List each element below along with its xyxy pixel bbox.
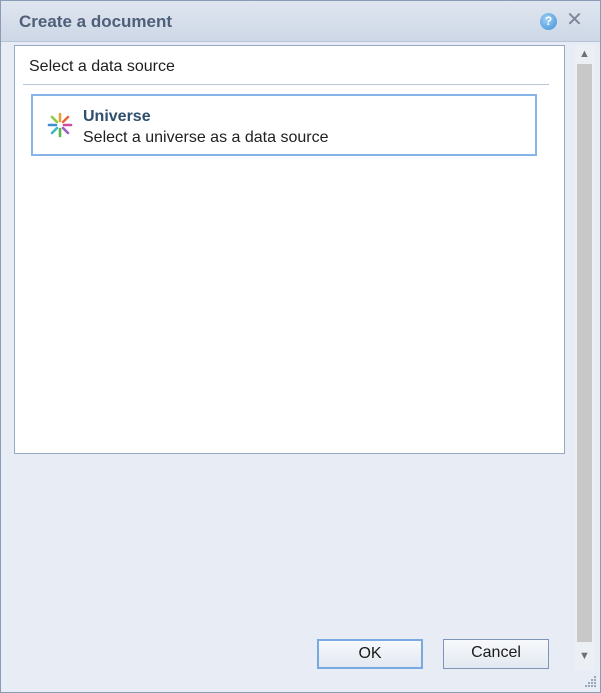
ok-button[interactable]: OK (317, 639, 423, 669)
vertical-scrollbar[interactable]: ▲ ▼ (575, 45, 594, 670)
cancel-button[interactable]: Cancel (443, 639, 549, 669)
source-description: Select a universe as a data source (83, 129, 329, 146)
universe-source-item[interactable]: Universe Select a universe as a data sou… (31, 94, 537, 156)
section-label: Select a data source (29, 58, 175, 75)
section-divider (23, 84, 549, 85)
arrow-down-icon[interactable]: ▼ (575, 647, 594, 665)
dialog-titlebar: Create a document ? ✕ (1, 1, 600, 42)
help-icon[interactable]: ? (540, 13, 557, 30)
source-title: Universe (83, 108, 151, 125)
universe-icon (47, 112, 73, 138)
data-source-panel: Select a data source Universe Select a u… (14, 45, 565, 454)
create-document-dialog: Create a document ? ✕ Select a data sour… (0, 0, 601, 693)
scrollbar-thumb[interactable] (577, 64, 592, 642)
dialog-title: Create a document (19, 12, 173, 31)
resize-grip-icon[interactable] (581, 675, 597, 689)
arrow-up-icon[interactable]: ▲ (575, 45, 594, 63)
close-icon[interactable]: ✕ (566, 10, 583, 30)
